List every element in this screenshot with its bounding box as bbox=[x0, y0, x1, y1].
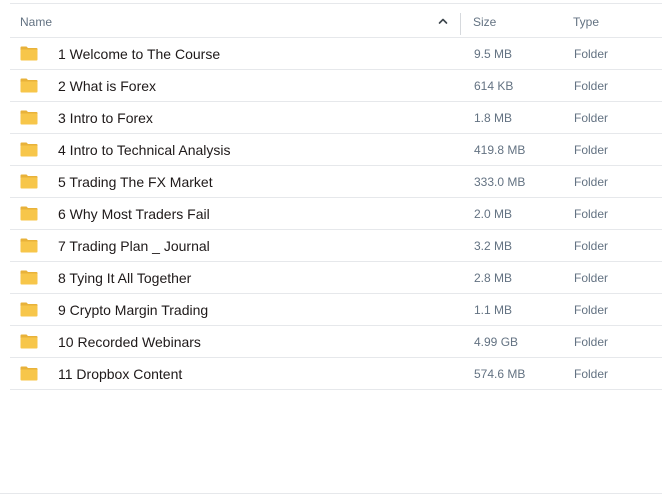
sort-ascending-icon[interactable] bbox=[437, 15, 449, 27]
size-column-header[interactable]: Size bbox=[473, 15, 496, 29]
file-row[interactable]: 7 Trading Plan _ Journal 3.2 MB Folder bbox=[10, 230, 662, 262]
file-type: Folder bbox=[574, 239, 609, 253]
folder-icon bbox=[20, 174, 38, 189]
folder-icon bbox=[20, 302, 38, 317]
file-name[interactable]: 2 What is Forex bbox=[58, 78, 156, 94]
folder-icon bbox=[20, 142, 38, 157]
folder-icon bbox=[20, 78, 38, 93]
folder-icon bbox=[20, 110, 38, 125]
file-name[interactable]: 8 Tying It All Together bbox=[58, 270, 191, 286]
type-column-header[interactable]: Type bbox=[573, 15, 599, 29]
file-name[interactable]: 4 Intro to Technical Analysis bbox=[58, 142, 231, 158]
file-name[interactable]: 7 Trading Plan _ Journal bbox=[58, 238, 210, 254]
file-list: Name Size Type 1 Welcome to The Course 9.… bbox=[10, 4, 662, 390]
file-size: 9.5 MB bbox=[474, 47, 513, 61]
file-name[interactable]: 1 Welcome to The Course bbox=[58, 46, 220, 62]
folder-icon bbox=[20, 46, 38, 61]
folder-icon bbox=[20, 366, 38, 381]
file-list-rows: 1 Welcome to The Course 9.5 MB Folder 2 Wha… bbox=[10, 38, 662, 390]
file-type: Folder bbox=[574, 79, 609, 93]
file-name[interactable]: 10 Recorded Webinars bbox=[58, 334, 201, 350]
file-type: Folder bbox=[574, 111, 609, 125]
file-type: Folder bbox=[574, 175, 609, 189]
file-row[interactable]: 2 What is Forex 614 KB Folder bbox=[10, 70, 662, 102]
file-list-header: Name Size Type bbox=[10, 4, 662, 38]
file-name[interactable]: 6 Why Most Traders Fail bbox=[58, 206, 210, 222]
file-row[interactable]: 4 Intro to Technical Analysis 419.8 MB Fol… bbox=[10, 134, 662, 166]
file-name[interactable]: 11 Dropbox Content bbox=[58, 366, 182, 382]
file-size: 3.2 MB bbox=[474, 239, 513, 253]
file-name[interactable]: 9 Crypto Margin Trading bbox=[58, 302, 208, 318]
file-type: Folder bbox=[574, 367, 609, 381]
file-type: Folder bbox=[574, 47, 609, 61]
file-row[interactable]: 5 Trading The FX Market 333.0 MB Folder bbox=[10, 166, 662, 198]
file-size: 574.6 MB bbox=[474, 367, 526, 381]
folder-icon bbox=[20, 270, 38, 285]
folder-icon bbox=[20, 206, 38, 221]
folder-icon bbox=[20, 334, 38, 349]
file-type: Folder bbox=[574, 207, 609, 221]
file-row[interactable]: 6 Why Most Traders Fail 2.0 MB Folder bbox=[10, 198, 662, 230]
file-size: 2.8 MB bbox=[474, 271, 513, 285]
folder-icon bbox=[20, 238, 38, 253]
file-size: 1.8 MB bbox=[474, 111, 513, 125]
file-type: Folder bbox=[574, 271, 609, 285]
file-name[interactable]: 3 Intro to Forex bbox=[58, 110, 153, 126]
name-column-header[interactable]: Name bbox=[20, 15, 52, 29]
bottom-divider bbox=[0, 493, 662, 494]
file-size: 419.8 MB bbox=[474, 143, 526, 157]
file-row[interactable]: 10 Recorded Webinars 4.99 GB Folder bbox=[10, 326, 662, 358]
file-row[interactable]: 8 Tying It All Together 2.8 MB Folder bbox=[10, 262, 662, 294]
file-type: Folder bbox=[574, 303, 609, 317]
file-row[interactable]: 3 Intro to Forex 1.8 MB Folder bbox=[10, 102, 662, 134]
file-size: 2.0 MB bbox=[474, 207, 513, 221]
file-row[interactable]: 1 Welcome to The Course 9.5 MB Folder bbox=[10, 38, 662, 70]
file-size: 4.99 GB bbox=[474, 335, 519, 349]
file-row[interactable]: 9 Crypto Margin Trading 1.1 MB Folder bbox=[10, 294, 662, 326]
file-row[interactable]: 11 Dropbox Content 574.6 MB Folder bbox=[10, 358, 662, 390]
file-type: Folder bbox=[574, 143, 609, 157]
file-size: 1.1 MB bbox=[474, 303, 513, 317]
column-divider[interactable] bbox=[460, 13, 461, 35]
file-size: 333.0 MB bbox=[474, 175, 526, 189]
file-type: Folder bbox=[574, 335, 609, 349]
file-name[interactable]: 5 Trading The FX Market bbox=[58, 174, 213, 190]
file-size: 614 KB bbox=[474, 79, 514, 93]
